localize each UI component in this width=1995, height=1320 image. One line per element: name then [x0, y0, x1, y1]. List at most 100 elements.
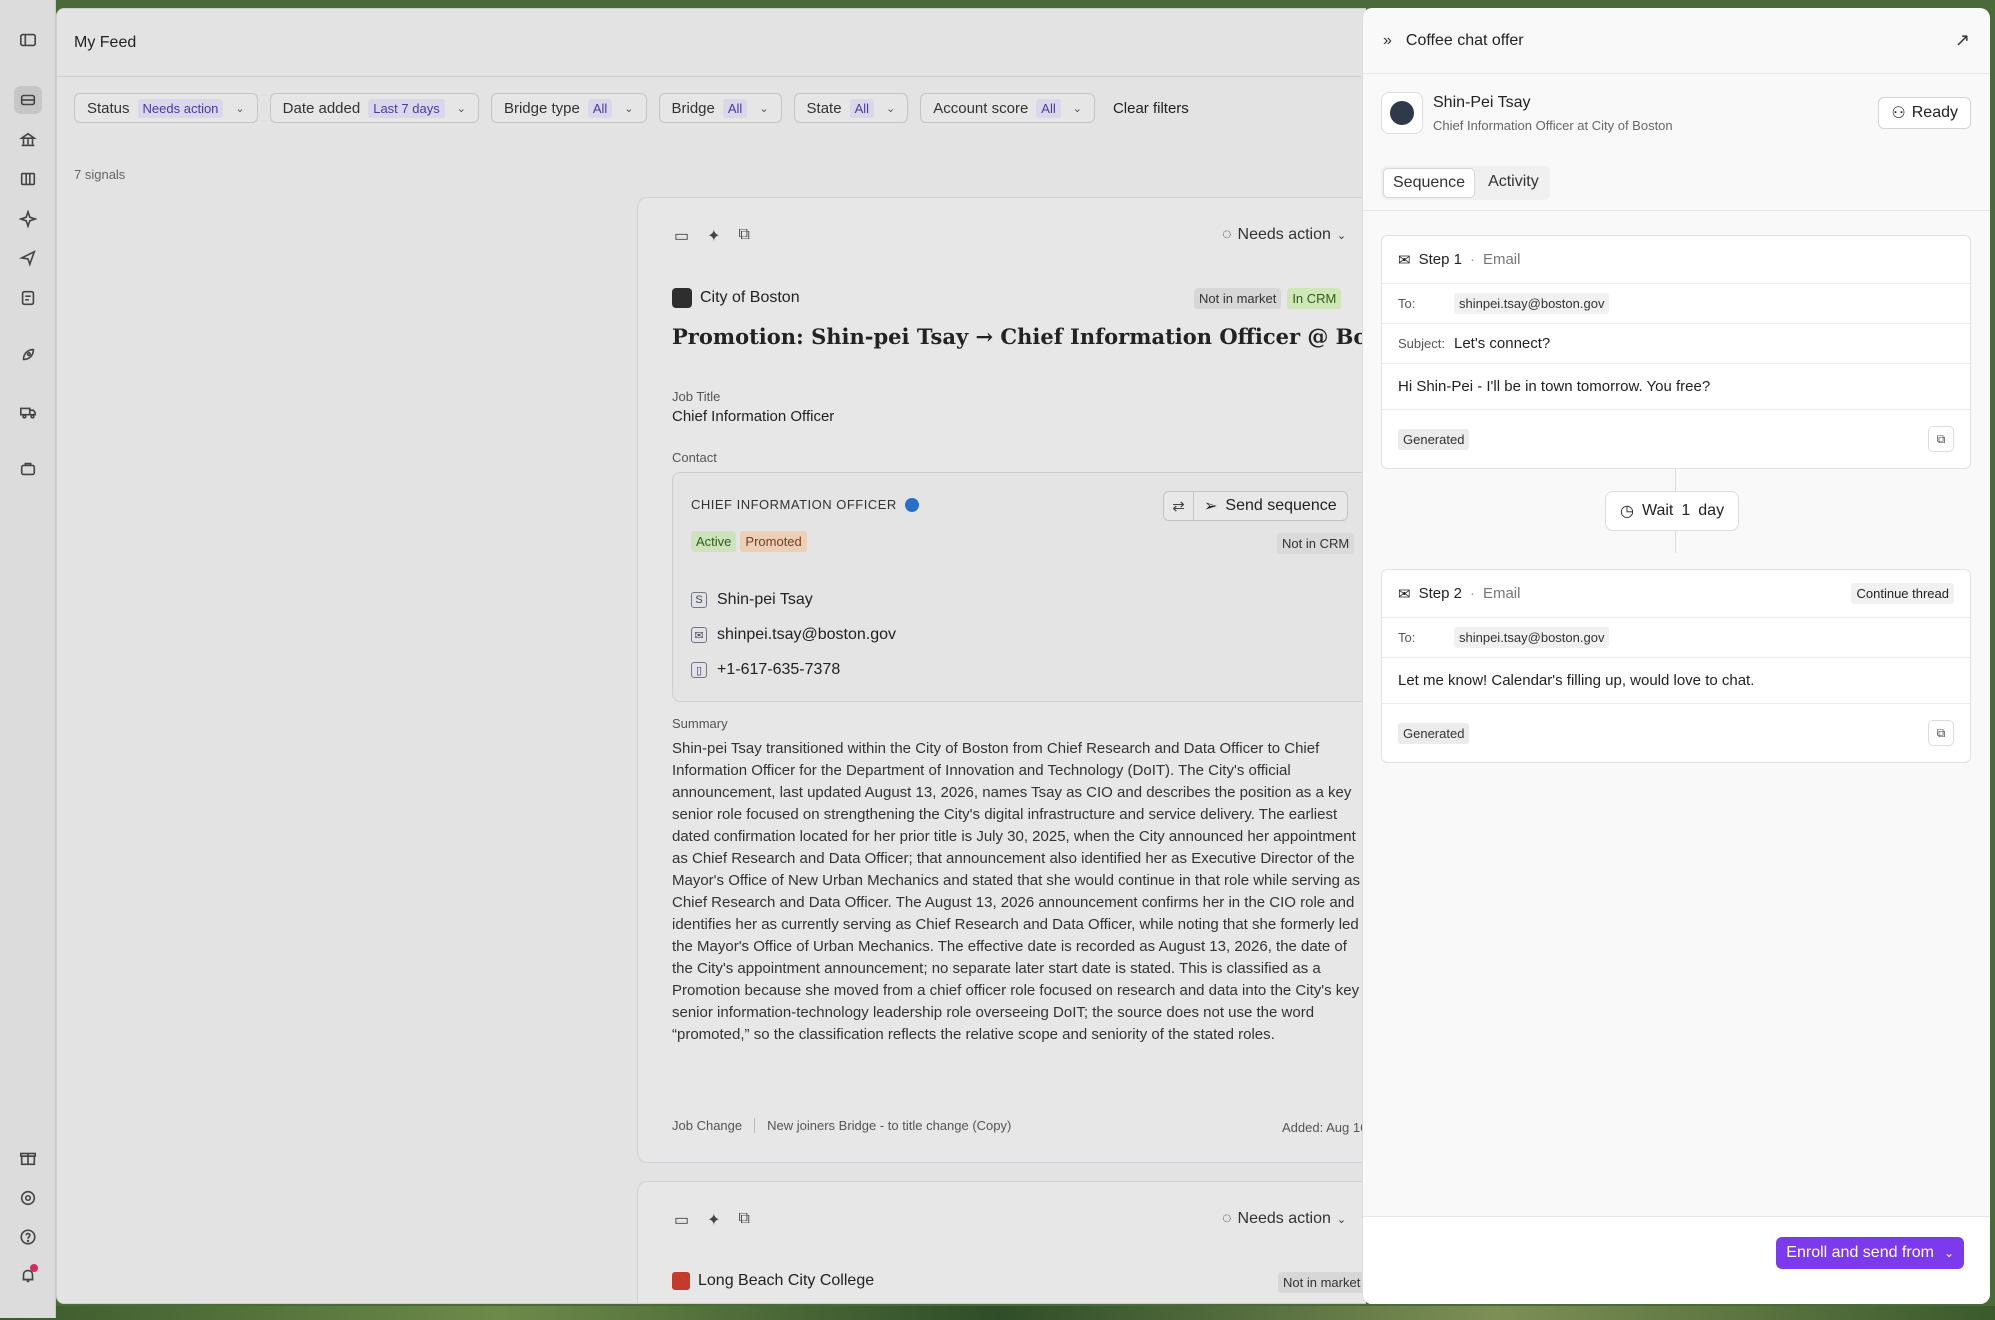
ready-button[interactable]: ⚇ Ready	[1878, 97, 1971, 129]
sidebar-toggle-icon[interactable]	[14, 26, 42, 54]
checklist-icon[interactable]	[14, 284, 42, 312]
inbox-icon[interactable]	[14, 86, 42, 114]
filter-state[interactable]: State All ⌄	[793, 93, 909, 123]
filter-bridge-type[interactable]: Bridge type All ⌄	[490, 93, 647, 123]
market-badge: Not in market	[1194, 288, 1282, 309]
step-1-card: ✉ Step 1 · Email To: shinpei.tsay@boston.gov…	[1381, 235, 1971, 469]
rocket-icon[interactable]	[14, 341, 42, 369]
bank-icon[interactable]	[14, 126, 42, 154]
filter-status[interactable]: Status Needs action ⌄	[74, 93, 258, 123]
step-title: Step 1	[1418, 251, 1462, 268]
status-label: Needs action	[1237, 1210, 1331, 1227]
send-icon: ➢	[1204, 498, 1218, 515]
status-dropdown[interactable]: ◌ Needs action ⌄	[1222, 226, 1346, 244]
expand-icon[interactable]: ↗	[1955, 30, 1970, 51]
tab-sequence[interactable]: Sequence	[1383, 168, 1476, 198]
contact-phone[interactable]: +1-617-635-7378	[717, 661, 840, 679]
filter-label: Bridge	[671, 99, 715, 117]
panel-header: » Coffee chat offer ↗	[1363, 8, 1990, 74]
notification-dot	[30, 1264, 38, 1272]
send-sequence-text: Send sequence	[1225, 497, 1337, 514]
bell-icon[interactable]	[14, 1262, 42, 1290]
step-header: ✉ Step 1 · Email	[1382, 236, 1970, 284]
user-icon: ⚇	[1891, 105, 1906, 122]
send-sequence-button[interactable]: ⇄ ➢ Send sequence	[1163, 491, 1348, 521]
market-badge: Not in market	[1278, 1272, 1365, 1293]
copy-icon[interactable]: ⧉	[739, 1210, 750, 1230]
filter-date-added[interactable]: Date added Last 7 days ⌄	[269, 93, 479, 123]
chevron-down-icon[interactable]: ⌄	[1944, 1246, 1954, 1260]
contact-name[interactable]: Shin-pei Tsay	[717, 591, 813, 609]
wait-pill[interactable]: ◷ Wait 1 day	[1605, 491, 1740, 531]
wait-unit: day	[1698, 502, 1725, 519]
copy-icon[interactable]: ⧉	[1928, 426, 1954, 452]
contact-email-row: ✉ shinpei.tsay@boston.gov	[691, 626, 896, 644]
email-body[interactable]: Let me know! Calendar's filling up, woul…	[1382, 658, 1970, 704]
org-name[interactable]: City of Boston	[672, 288, 800, 308]
help-icon[interactable]	[14, 1223, 42, 1251]
filter-account-score[interactable]: Account score All ⌄	[920, 93, 1095, 123]
org-label: Long Beach City College	[698, 1272, 875, 1289]
contact-email[interactable]: shinpei.tsay@boston.gov	[717, 626, 896, 644]
send-icon[interactable]	[14, 244, 42, 272]
mail-icon: ✉	[1398, 251, 1411, 269]
body-text[interactable]: Let me know! Calendar's filling up, woul…	[1398, 672, 1754, 689]
org-label: City of Boston	[700, 289, 800, 306]
continue-thread-badge[interactable]: Continue thread	[1851, 583, 1954, 604]
recipient-chip[interactable]: shinpei.tsay@boston.gov	[1454, 293, 1610, 314]
body-text[interactable]: Hi Shin-Pei - I'll be in town tomorrow. …	[1398, 378, 1710, 395]
sparkle-icon[interactable]: ✦	[707, 226, 720, 246]
loading-icon: ◌	[1222, 1210, 1232, 1227]
signal-card[interactable]: ▭ ✦ ⧉ ◌ Needs action ⌄ City of Boston Not …	[637, 197, 1365, 1163]
columns-icon[interactable]	[14, 165, 42, 193]
copy-icon[interactable]: ⧉	[1928, 720, 1954, 746]
step-kind: Email	[1482, 251, 1521, 268]
enroll-label: Enroll and send from	[1786, 1244, 1934, 1261]
clear-filters-button[interactable]: Clear filters	[1113, 100, 1189, 117]
tab-activity[interactable]: Activity	[1479, 168, 1548, 198]
status-dropdown[interactable]: ◌ Needs action ⌄	[1222, 1210, 1346, 1228]
mail-icon: ✉	[691, 627, 707, 643]
chevron-down-icon: ⌄	[1072, 102, 1082, 115]
briefcase-icon[interactable]	[14, 455, 42, 483]
subject-field[interactable]: Let's connect?	[1454, 335, 1550, 352]
id-card-icon[interactable]: ▭	[674, 1210, 689, 1230]
active-badge: Active	[691, 531, 737, 552]
swap-icon[interactable]: ⇄	[1164, 492, 1194, 520]
copy-icon[interactable]: ⧉	[739, 226, 750, 246]
promoted-badge: Promoted	[740, 531, 807, 552]
filter-bridge[interactable]: Bridge All ⌄	[658, 93, 782, 123]
signal-card[interactable]: ▭ ✦ ⧉ ◌ Needs action ⌄ Long Beach City Col…	[637, 1181, 1365, 1303]
recipient-chip[interactable]: shinpei.tsay@boston.gov	[1454, 627, 1610, 648]
email-body[interactable]: Hi Shin-Pei - I'll be in town tomorrow. …	[1382, 364, 1970, 410]
sparkle-icon[interactable]	[14, 205, 42, 233]
sparkle-icon[interactable]: ✦	[707, 1210, 720, 1230]
generated-badge: Generated	[1398, 428, 1470, 450]
filter-label: Bridge type	[503, 99, 580, 117]
gift-icon[interactable]	[14, 1144, 42, 1172]
contact-role: CHIEF INFORMATION OFFICER	[691, 497, 919, 512]
org-name[interactable]: Long Beach City College	[672, 1272, 874, 1290]
card-footer: Job Change New joiners Bridge - to title…	[672, 1118, 1011, 1133]
generated-badge: Generated	[1398, 722, 1470, 744]
enroll-and-send-button[interactable]: Enroll and send from ⌄	[1776, 1237, 1964, 1269]
settings-icon[interactable]	[14, 1184, 42, 1212]
feed-area: My Feed Status Needs action ⌄ Date added La…	[56, 8, 1366, 1304]
bridge-name[interactable]: New joiners Bridge - to title change (Co…	[767, 1118, 1011, 1133]
id-card-icon[interactable]: ▭	[674, 226, 689, 246]
panel-footer: Enroll and send from ⌄	[1363, 1216, 1990, 1304]
sequence-panel: » Coffee chat offer ↗ Shin-Pei Tsay Chie…	[1362, 8, 1990, 1304]
truck-icon[interactable]	[14, 398, 42, 426]
job-title-value: Chief Information Officer	[672, 408, 835, 425]
collapse-icon[interactable]: »	[1383, 32, 1392, 50]
filter-value: All	[587, 98, 613, 118]
crm-badge[interactable]: In CRM	[1287, 288, 1342, 309]
chevron-down-icon: ⌄	[624, 102, 634, 115]
subject-row: Subject: Let's connect?	[1382, 324, 1970, 364]
filter-label: State	[806, 99, 842, 117]
phone-icon: ▯	[691, 662, 707, 678]
send-sequence-label[interactable]: ➢ Send sequence	[1194, 496, 1347, 516]
filter-label: Date added	[282, 99, 361, 117]
step-kind: Email	[1482, 585, 1521, 602]
to-row: To: shinpei.tsay@boston.gov	[1382, 284, 1970, 324]
